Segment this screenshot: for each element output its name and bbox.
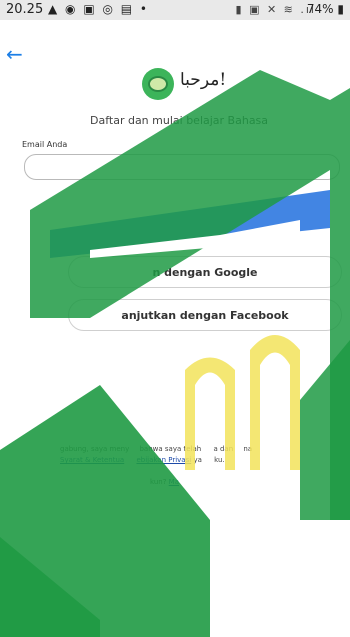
greeting-header: مرحبا! (142, 68, 302, 100)
google-button-label: n dengan Google (152, 265, 258, 279)
continue-with-facebook-button[interactable]: anjutkan dengan Facebook (68, 299, 342, 331)
login-prompt: kun? Ma (150, 478, 180, 486)
system-icons: ▮ ▣ ✕ ≋ .ıl (235, 3, 316, 16)
email-label: Email Anda (22, 140, 68, 149)
status-bar: 20.25 ▲ ◉ ▣ ◎ ▤ • ▮ ▣ ✕ ≋ .ıl 74% ▮ (0, 0, 350, 20)
privacy-link[interactable]: ebijakan Privasi (136, 456, 191, 464)
login-link[interactable]: Ma (169, 478, 179, 486)
battery-level: 74% ▮ (306, 2, 344, 16)
subtitle: Daftar dan mulai belajar Bahasa (90, 114, 269, 127)
continue-with-google-button[interactable]: n dengan Google (68, 256, 342, 288)
terms-link[interactable]: Syarat & Ketentua (60, 456, 124, 464)
app-logo-icon (142, 68, 174, 100)
back-arrow-icon[interactable]: ← (6, 44, 23, 64)
email-input[interactable] (24, 154, 340, 180)
notification-icons: ▲ ◉ ▣ ◎ ▤ • (48, 2, 149, 16)
terms-notice: gabung, saya meny bahwa saya telah a dan… (60, 445, 253, 464)
status-time: 20.25 (6, 2, 44, 17)
greeting-text: مرحبا! (180, 70, 227, 90)
facebook-button-label: anjutkan dengan Facebook (121, 308, 289, 322)
